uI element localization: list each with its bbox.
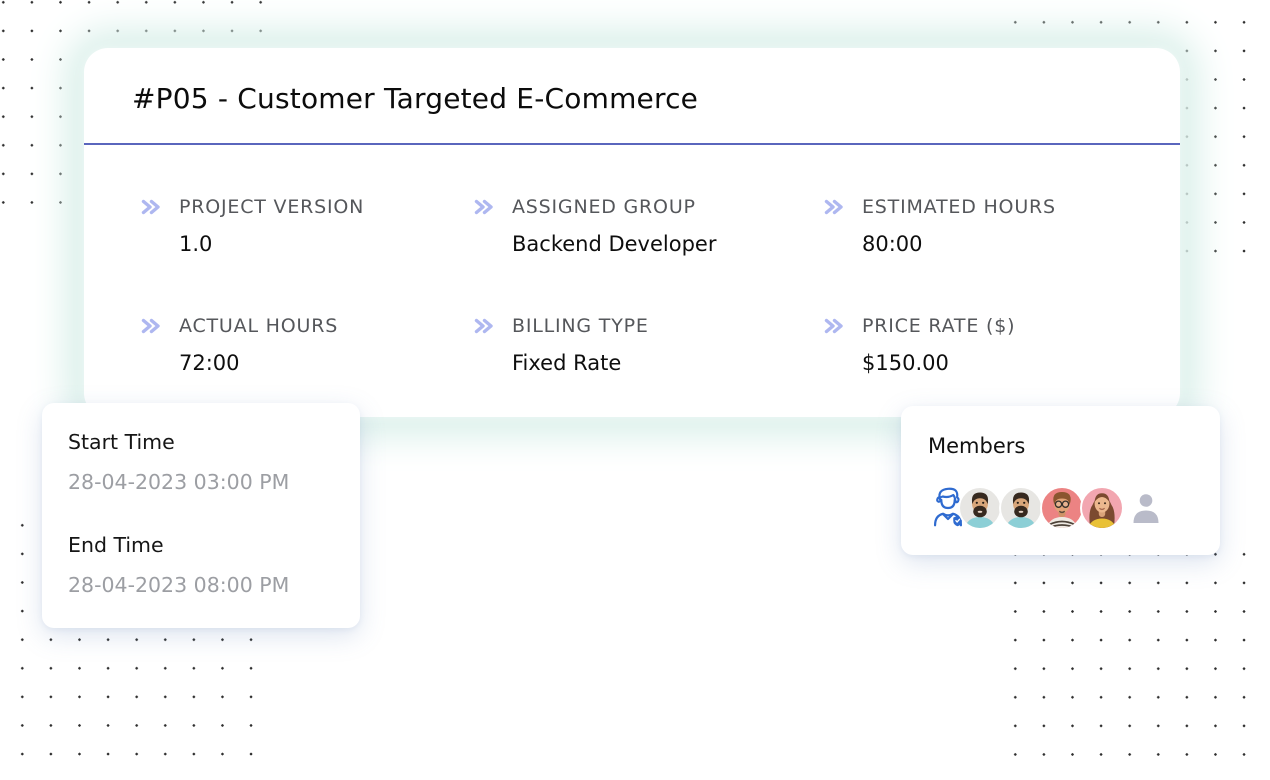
double-chevron-icon: [473, 318, 495, 334]
title-divider: [84, 143, 1180, 145]
members-card: Members: [901, 406, 1220, 555]
field-value: 72:00: [179, 351, 470, 375]
double-chevron-icon: [473, 199, 495, 215]
bearded-man-avatar[interactable]: [999, 486, 1043, 530]
field-label: ESTIMATED HOURS: [862, 196, 1056, 218]
end-time-value: 28-04-2023 08:00 PM: [68, 573, 289, 597]
page-background: #P05 - Customer Targeted E-Commerce PROJ…: [0, 0, 1270, 780]
field-value: 80:00: [862, 232, 1153, 256]
project-detail-card: #P05 - Customer Targeted E-Commerce PROJ…: [84, 48, 1180, 417]
end-time-label: End Time: [68, 533, 164, 557]
bearded-man-avatar[interactable]: [958, 486, 1002, 530]
person-silhouette-icon[interactable]: [1130, 491, 1162, 525]
start-time-value: 28-04-2023 03:00 PM: [68, 470, 289, 494]
field-value: Backend Developer: [512, 232, 803, 256]
field-label: BILLING TYPE: [512, 315, 649, 337]
field-estimated-hours: ESTIMATED HOURS 80:00: [823, 194, 1153, 256]
field-price-rate: PRICE RATE ($) $150.00: [823, 313, 1153, 375]
project-title: #P05 - Customer Targeted E-Commerce: [132, 82, 698, 115]
field-label: ASSIGNED GROUP: [512, 196, 696, 218]
dot-pattern-bottom-right: [1001, 540, 1259, 769]
field-value: Fixed Rate: [512, 351, 803, 375]
field-label: PROJECT VERSION: [179, 196, 364, 218]
double-chevron-icon: [140, 199, 162, 215]
start-time-label: Start Time: [68, 430, 175, 454]
glasses-man-avatar[interactable]: [1040, 486, 1084, 530]
double-chevron-icon: [823, 199, 845, 215]
time-card: Start Time 28-04-2023 03:00 PM End Time …: [42, 403, 360, 628]
field-value: $150.00: [862, 351, 1153, 375]
woman-avatar[interactable]: [1080, 486, 1124, 530]
double-chevron-icon: [140, 318, 162, 334]
members-title: Members: [928, 434, 1025, 458]
field-actual-hours: ACTUAL HOURS 72:00: [140, 313, 470, 375]
field-assigned-group: ASSIGNED GROUP Backend Developer: [473, 194, 803, 256]
field-project-version: PROJECT VERSION 1.0: [140, 194, 470, 256]
field-label: ACTUAL HOURS: [179, 315, 338, 337]
field-label: PRICE RATE ($): [862, 315, 1015, 337]
field-billing-type: BILLING TYPE Fixed Rate: [473, 313, 803, 375]
field-value: 1.0: [179, 232, 470, 256]
double-chevron-icon: [823, 318, 845, 334]
